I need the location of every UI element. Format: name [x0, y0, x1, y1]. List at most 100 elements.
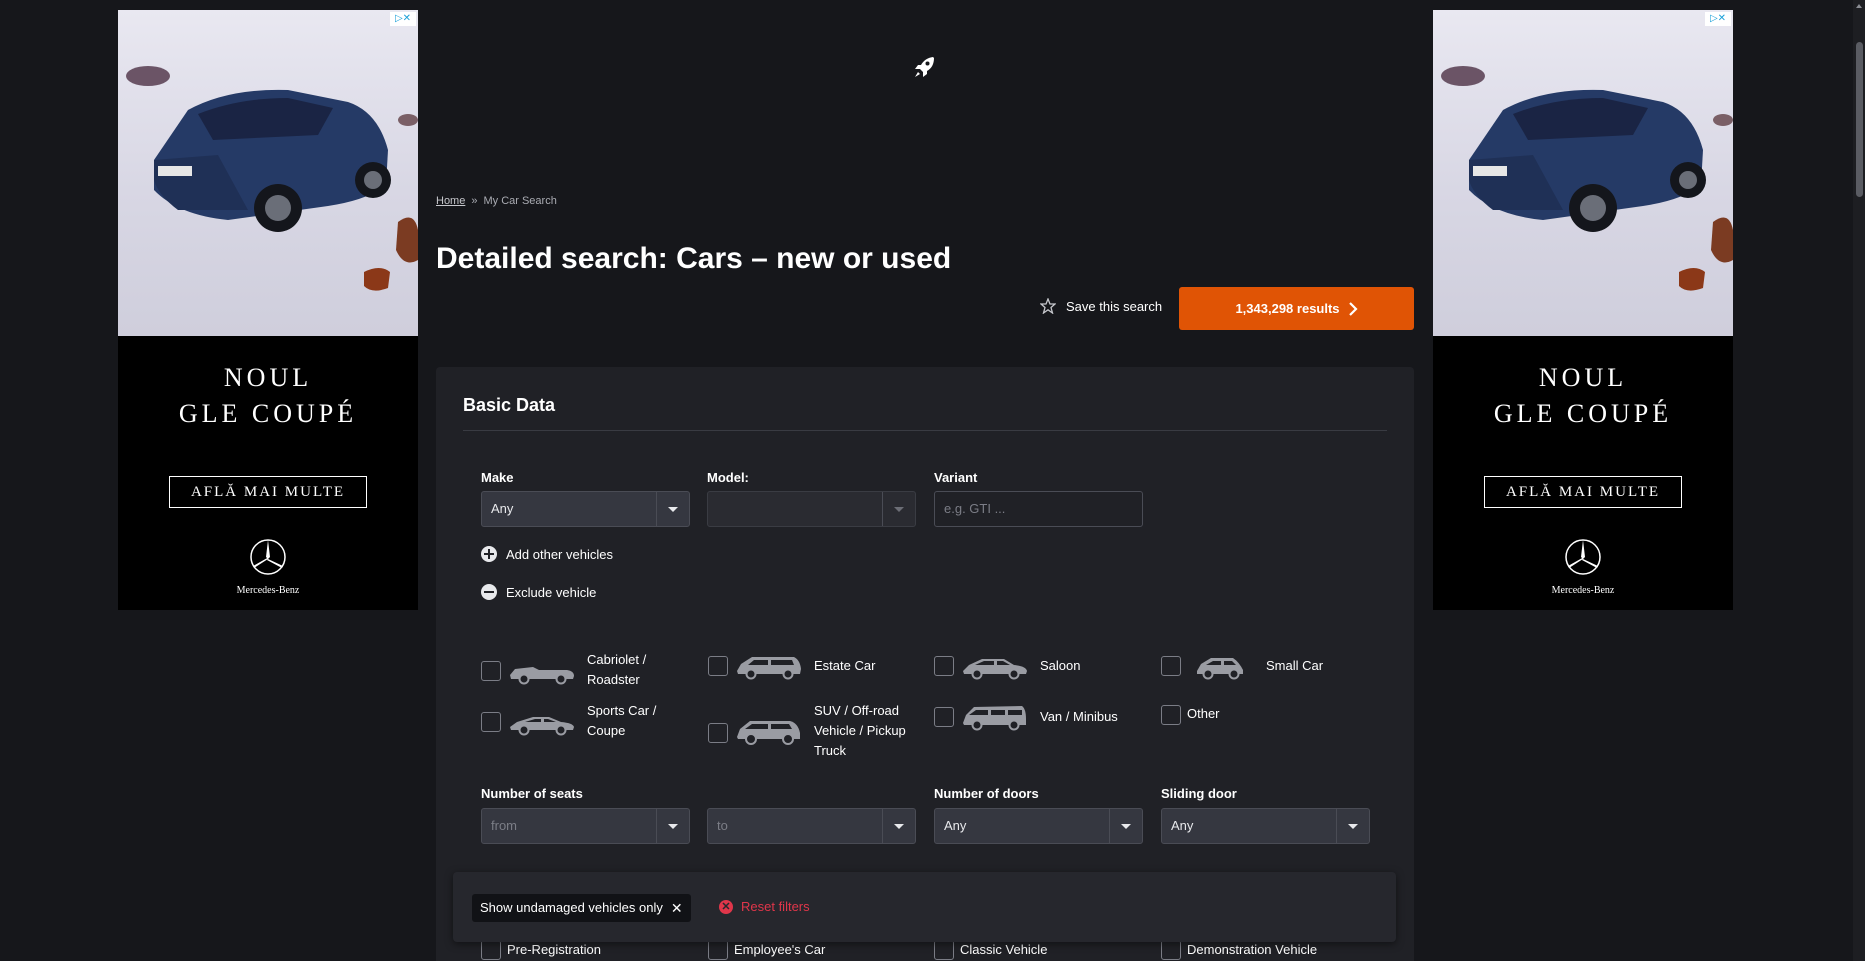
- saloon-car-icon: [963, 659, 1027, 680]
- page-title: Detailed search: Cars – new or used: [436, 242, 952, 275]
- estate-car-icon: [737, 657, 801, 680]
- doors-select[interactable]: Any: [934, 808, 1143, 844]
- chevron-down-icon: [1109, 809, 1142, 843]
- suv-label: SUV / Off-road Vehicle / Pickup Truck: [814, 701, 906, 761]
- ad-banner-left[interactable]: ▷✕ NOUL GLE COUPÉ AFLĂ MAI MULTE Mercede…: [118, 10, 418, 610]
- add-other-vehicles-label: Add other vehicles: [506, 546, 613, 562]
- saloon-label: Saloon: [1040, 658, 1081, 673]
- van-car-icon: [963, 706, 1026, 731]
- suv-checkbox[interactable]: [708, 723, 728, 743]
- plus-circle-icon: [481, 546, 497, 562]
- variant-label: Variant: [934, 470, 978, 485]
- filter-chip-label: Show undamaged vehicles only: [480, 900, 663, 915]
- employees-car-checkbox[interactable]: [708, 940, 728, 960]
- mercedes-star-icon: [250, 539, 286, 575]
- rocket-icon: [915, 57, 934, 77]
- exclude-vehicle-label: Exclude vehicle: [506, 584, 597, 600]
- variant-placeholder: e.g. GTI ...: [944, 501, 1006, 516]
- ad-brand-name: Mercedes-Benz: [1551, 585, 1615, 596]
- employees-car-label: Employee's Car: [734, 942, 826, 957]
- doors-label: Number of doors: [934, 786, 1039, 801]
- doors-value: Any: [944, 818, 967, 833]
- results-button[interactable]: 1,343,298 results: [1179, 287, 1414, 330]
- page: ▷✕ NOUL GLE COUPÉ AFLĂ MAI MULTE Mercede…: [0, 0, 1865, 961]
- adchoices-icon[interactable]: ▷✕: [390, 12, 416, 26]
- sliding-door-label: Sliding door: [1161, 786, 1237, 801]
- ad-headline-line2: GLE COUPÉ: [178, 399, 358, 428]
- ad-headline: NOUL GLE COUPÉ: [1433, 360, 1733, 432]
- ad-banner-right[interactable]: ▷✕ NOUL GLE COUPÉ AFLĂ MAI MULTE Mercede…: [1433, 10, 1733, 610]
- suv-car-icon: [737, 721, 800, 745]
- saloon-checkbox[interactable]: [934, 656, 954, 676]
- sports-car-label-line1: Sports Car /: [587, 703, 657, 718]
- breadcrumb-home-link[interactable]: Home: [436, 195, 465, 207]
- seats-to-select[interactable]: to: [707, 808, 916, 844]
- ad-cta-button[interactable]: AFLĂ MAI MULTE: [1484, 476, 1682, 508]
- demonstration-vehicle-label: Demonstration Vehicle: [1187, 942, 1318, 957]
- ad-headline-line1: NOUL: [1538, 363, 1628, 392]
- seats-label: Number of seats: [481, 786, 583, 801]
- page-scrollbar[interactable]: [1853, 0, 1865, 961]
- chevron-down-icon: [656, 809, 689, 843]
- other-checkbox[interactable]: [1161, 705, 1181, 725]
- van-checkbox[interactable]: [934, 707, 954, 727]
- star-icon: [1040, 298, 1056, 314]
- make-label: Make: [481, 470, 514, 485]
- close-circle-icon: ✕: [719, 899, 733, 914]
- other-label: Other: [1187, 706, 1220, 721]
- suv-label-line2: Vehicle / Pickup: [814, 723, 906, 738]
- results-label: 1,343,298 results: [1235, 301, 1340, 316]
- scroll-up-arrow-icon[interactable]: [1856, 4, 1862, 8]
- model-label: Model:: [707, 470, 749, 485]
- van-label: Van / Minibus: [1040, 709, 1118, 724]
- filter-chip-undamaged[interactable]: Show undamaged vehicles only ✕: [472, 894, 691, 922]
- seats-to-placeholder: to: [717, 818, 728, 833]
- ad-car-image[interactable]: [118, 10, 418, 336]
- chevron-down-icon: [882, 809, 915, 843]
- small-car-label: Small Car: [1266, 658, 1324, 673]
- make-value: Any: [491, 501, 514, 516]
- pre-registration-checkbox[interactable]: [481, 940, 501, 960]
- classic-vehicle-checkbox[interactable]: [934, 940, 954, 960]
- sports-car-icon: [510, 717, 574, 736]
- pre-registration-label: Pre-Registration: [507, 942, 601, 957]
- mercedes-star-icon: [1565, 539, 1601, 575]
- ad-cta-button[interactable]: AFLĂ MAI MULTE: [169, 476, 367, 508]
- sports-car-label-line2: Coupe: [587, 723, 626, 738]
- exclude-vehicle-button[interactable]: Exclude vehicle: [481, 584, 596, 600]
- small-car-checkbox[interactable]: [1161, 656, 1181, 676]
- breadcrumb-separator: »: [471, 195, 478, 207]
- save-search-button[interactable]: Save this search: [1040, 298, 1162, 314]
- breadcrumb: Home » My Car Search: [436, 195, 557, 207]
- minus-circle-icon: [481, 584, 497, 600]
- sports-car-checkbox[interactable]: [481, 712, 501, 732]
- reset-filters-button[interactable]: ✕ Reset filters: [719, 899, 810, 914]
- make-select[interactable]: Any: [481, 491, 690, 527]
- scrollbar-thumb[interactable]: [1856, 42, 1863, 197]
- ad-car-image[interactable]: [1433, 10, 1733, 336]
- estate-car-checkbox[interactable]: [708, 656, 728, 676]
- ad-headline-line1: NOUL: [223, 363, 313, 392]
- adchoices-icon[interactable]: ▷✕: [1705, 12, 1731, 26]
- classic-vehicle-label: Classic Vehicle: [960, 942, 1048, 957]
- demonstration-vehicle-checkbox[interactable]: [1161, 940, 1181, 960]
- cabriolet-label-line1: Cabriolet /: [587, 652, 647, 667]
- sliding-door-value: Any: [1171, 818, 1194, 833]
- chevron-right-icon: [1348, 301, 1358, 316]
- add-other-vehicles-button[interactable]: Add other vehicles: [481, 546, 613, 562]
- chevron-down-icon: [656, 492, 689, 526]
- suv-label-line1: SUV / Off-road: [814, 703, 900, 718]
- sliding-door-select[interactable]: Any: [1161, 808, 1370, 844]
- model-select[interactable]: [707, 491, 916, 527]
- divider: [463, 430, 1387, 431]
- seats-from-placeholder: from: [491, 818, 517, 833]
- seats-from-select[interactable]: from: [481, 808, 690, 844]
- save-search-label: Save this search: [1066, 298, 1163, 314]
- suv-label-line3: Truck: [814, 743, 847, 758]
- variant-input[interactable]: e.g. GTI ...: [934, 491, 1143, 527]
- reset-filters-label: Reset filters: [741, 899, 810, 914]
- ad-headline-line2: GLE COUPÉ: [1493, 399, 1673, 428]
- close-icon[interactable]: ✕: [671, 894, 683, 922]
- cabriolet-checkbox[interactable]: [481, 661, 501, 681]
- active-filters-bar: Show undamaged vehicles only ✕ ✕ Reset f…: [453, 872, 1396, 942]
